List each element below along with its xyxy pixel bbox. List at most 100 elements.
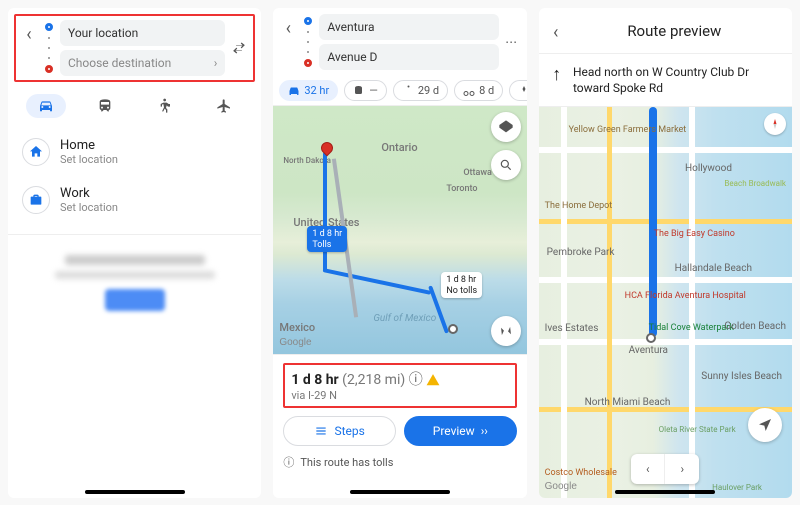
- compass-button[interactable]: [764, 113, 786, 135]
- google-logo: Google: [279, 337, 311, 348]
- origin-dot-icon: [45, 23, 53, 31]
- mode-drive[interactable]: 32 hr: [279, 80, 338, 101]
- alt-route-badge[interactable]: 1 d 8 hr Tolls: [307, 226, 347, 252]
- route-endpoint-indicator: [42, 20, 56, 76]
- poi-hospital: HCA Florida Aventura Hospital: [625, 291, 746, 301]
- poi-casino: The Big Easy Casino: [654, 229, 735, 239]
- screen-directions-setup: ‹ Your location Choose destination ›: [8, 8, 261, 498]
- steps-button[interactable]: Steps: [283, 416, 396, 446]
- mode-walk-time: 29 d: [418, 84, 439, 97]
- city-broadwalk: Beach Broadwalk: [724, 179, 786, 188]
- promo-blurred: [8, 234, 261, 335]
- origin-marker-icon: [448, 324, 458, 334]
- mode-walk[interactable]: 29 d: [393, 80, 448, 101]
- city-sunny: Sunny Isles Beach: [701, 371, 782, 382]
- chevron-right-icon: ›: [214, 56, 218, 70]
- city-hallandale: Hallandale Beach: [675, 263, 752, 274]
- map-label-ontario: Ontario: [381, 141, 417, 154]
- city-haulover: Haulover Park: [712, 483, 762, 492]
- overflow-button[interactable]: ⋯: [503, 14, 521, 70]
- origin-input[interactable]: Your location: [60, 20, 225, 46]
- tolls-warning-icon: [426, 373, 440, 387]
- origin-input[interactable]: Aventura: [319, 14, 498, 40]
- saved-home[interactable]: Home Set location: [8, 128, 261, 176]
- destination-placeholder: Choose destination: [68, 56, 171, 70]
- saved-places: Home Set location Work Set location: [8, 124, 261, 228]
- home-label: Home: [60, 138, 118, 153]
- prev-step-button[interactable]: ‹: [631, 454, 665, 484]
- next-step-button[interactable]: ›: [665, 454, 699, 484]
- page-title: Route preview: [565, 22, 784, 40]
- map-label-ottawa: Ottawa: [463, 168, 492, 178]
- arrow-up-icon: ↑: [551, 64, 563, 85]
- mode-bike-time: 8 d: [479, 84, 494, 97]
- poi-costco: Costco Wholesale: [545, 468, 617, 478]
- work-label: Work: [60, 186, 118, 201]
- dest-pin-icon: [45, 65, 53, 73]
- route-note: ⓘ This route has tolls: [283, 454, 516, 470]
- mode-transit-time: —: [369, 84, 378, 97]
- current-step: ↑ Head north on W Country Club Dr toward…: [539, 54, 792, 107]
- home-indicator: [350, 490, 450, 494]
- home-indicator: [615, 490, 715, 494]
- briefcase-icon: [22, 186, 50, 214]
- preview-button[interactable]: Preview ››: [404, 416, 517, 446]
- back-button[interactable]: ‹: [547, 18, 565, 43]
- current-position-icon: [646, 333, 656, 343]
- origin-value: Aventura: [327, 20, 374, 34]
- highlight-box-inputs: ‹ Your location Choose destination ›: [14, 14, 255, 82]
- city-oleta: Oleta River State Park: [659, 425, 736, 434]
- back-button[interactable]: ‹: [20, 20, 38, 76]
- city-aventura: Aventura: [629, 345, 668, 356]
- route-note-text: This route has tolls: [300, 456, 393, 469]
- travel-modes: 32 hr — 29 d 8 d 10 hr: [273, 76, 526, 106]
- mode-rideshare[interactable]: 10 hr: [509, 80, 526, 101]
- city-golden: Golden Beach: [724, 321, 786, 332]
- map-label-gulf: Gulf of Mexico: [373, 313, 436, 324]
- home-indicator: [85, 490, 185, 494]
- search-map-button[interactable]: [491, 150, 521, 180]
- destination-value: Avenue D: [327, 50, 377, 64]
- info-icon[interactable]: ⓘ: [409, 372, 423, 388]
- home-subtitle: Set location: [60, 153, 118, 166]
- promo-button[interactable]: [105, 289, 165, 311]
- recenter-button[interactable]: [491, 316, 521, 346]
- mode-drive-time: 32 hr: [304, 84, 329, 97]
- highlight-box-summary: 1 d 8 hr (2,218 mi) ⓘ via I-29 N: [283, 363, 516, 408]
- map[interactable]: Yellow Green Farmers Market The Home Dep…: [539, 107, 792, 498]
- map-label-toronto: Toronto: [446, 184, 477, 194]
- mode-flight[interactable]: [204, 94, 244, 118]
- route-endpoint-indicator: [301, 14, 315, 70]
- route-duration: 1 d 8 hr: [291, 372, 338, 388]
- route-distance: (2,218 mi): [342, 372, 405, 388]
- poi-waterpark: Tidal Cove Waterpark: [649, 323, 734, 333]
- home-icon: [22, 138, 50, 166]
- mode-drive[interactable]: [26, 94, 66, 118]
- saved-work[interactable]: Work Set location: [8, 176, 261, 224]
- destination-input[interactable]: Choose destination ›: [60, 50, 225, 76]
- destination-pin-icon: [319, 140, 336, 157]
- origin-dot-icon: [304, 17, 312, 25]
- city-north-miami: North Miami Beach: [585, 397, 671, 408]
- route-via: via I-29 N: [291, 389, 508, 402]
- mode-transit[interactable]: [85, 94, 125, 118]
- map-label-mexico: Mexico: [279, 321, 315, 334]
- swap-button[interactable]: [229, 20, 249, 76]
- mode-bike[interactable]: 8 d: [454, 80, 503, 101]
- destination-input[interactable]: Avenue D: [319, 44, 498, 70]
- back-button[interactable]: ‹: [279, 14, 297, 70]
- city-pembroke: Pembroke Park: [547, 247, 615, 258]
- step-nav: ‹ ›: [631, 454, 699, 484]
- no-tolls-badge[interactable]: 1 d 8 hr No tolls: [441, 272, 482, 298]
- screen-route-overview: ‹ Aventura Avenue D ⋯ 32 hr —: [273, 8, 526, 498]
- origin-value: Your location: [68, 26, 138, 40]
- route-summary-sheet: 1 d 8 hr (2,218 mi) ⓘ via I-29 N Steps P…: [273, 354, 526, 498]
- layers-button[interactable]: [491, 112, 521, 142]
- recenter-button[interactable]: [748, 408, 782, 442]
- screen-route-preview: ‹ Route preview ↑ Head north on W Countr…: [539, 8, 792, 498]
- travel-modes: [8, 88, 261, 124]
- mode-walk[interactable]: [144, 94, 184, 118]
- dest-pin-icon: [304, 59, 312, 67]
- mode-transit[interactable]: —: [344, 80, 387, 101]
- map[interactable]: United States Ontario Ottawa Toronto Nor…: [273, 106, 526, 354]
